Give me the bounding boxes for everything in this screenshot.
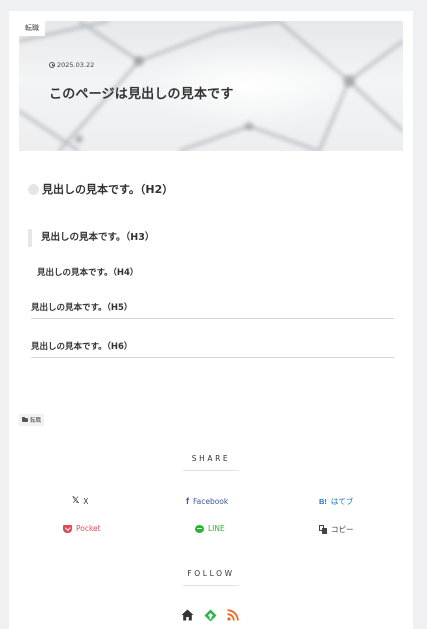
folder-icon <box>22 416 28 423</box>
follow-title-underline <box>183 585 239 586</box>
heading-h5: 見出しの見本です。（H5） <box>31 301 394 319</box>
share-pocket-button[interactable]: Pocket <box>63 524 101 533</box>
heading-h3: 見出しの見本です。（H3） <box>28 229 154 247</box>
share-facebook-button[interactable]: f Facebook <box>186 496 228 506</box>
share-title-underline <box>183 470 239 471</box>
heading-h6: 見出しの見本です。（H6） <box>31 340 394 358</box>
share-label-text: SHARE <box>191 454 231 463</box>
copy-url-button[interactable]: コピー <box>319 524 354 535</box>
share-facebook-label: Facebook <box>193 496 229 506</box>
share-hatena-button[interactable]: B! はてブ <box>319 496 353 507</box>
line-icon <box>195 524 204 533</box>
home-icon[interactable] <box>180 608 194 622</box>
rss-icon[interactable] <box>226 608 240 622</box>
heading-h2: 見出しの見本です。（H2） <box>28 181 173 197</box>
publish-date: 2025.03.22 <box>49 61 94 69</box>
x-icon: 𝕏 <box>72 496 80 506</box>
share-x-label: X <box>83 496 89 506</box>
follow-section-title: FOLLOW <box>9 569 413 586</box>
heading-h4: 見出しの見本です。（H4） <box>37 268 139 278</box>
follow-icons <box>180 608 240 622</box>
copy-url-label: コピー <box>331 525 354 534</box>
share-line-button[interactable]: LINE <box>195 524 225 533</box>
publish-date-text: 2025.03.22 <box>57 61 95 69</box>
copy-icon <box>319 525 327 534</box>
share-section-title: SHARE <box>9 454 413 471</box>
facebook-icon: f <box>186 496 189 506</box>
h2-bullet-decoration <box>28 183 39 195</box>
heading-h2-text: 見出しの見本です。（H2） <box>42 183 174 196</box>
follow-label-text: FOLLOW <box>187 569 235 578</box>
category-tag-label: 転職 <box>30 418 42 424</box>
feedly-icon[interactable] <box>203 608 217 622</box>
hatena-bookmark-icon: B! <box>319 497 327 506</box>
clock-icon <box>49 62 55 68</box>
share-line-label: LINE <box>208 524 225 533</box>
share-x-button[interactable]: 𝕏 X <box>72 496 88 506</box>
eyecatch-header: 転職 2025.03.22 このページは見出しの見本です <box>19 21 403 151</box>
share-hatena-label: はてブ <box>330 497 354 506</box>
article-card: 転職 2025.03.22 このページは見出しの見本です 見出しの見本です。（H… <box>9 11 413 629</box>
share-pocket-label: Pocket <box>76 524 101 533</box>
pocket-icon <box>63 524 72 533</box>
category-tag[interactable]: 転職 <box>19 414 45 426</box>
page-title: このページは見出しの見本です <box>49 87 234 102</box>
category-badge[interactable]: 転職 <box>19 21 45 36</box>
